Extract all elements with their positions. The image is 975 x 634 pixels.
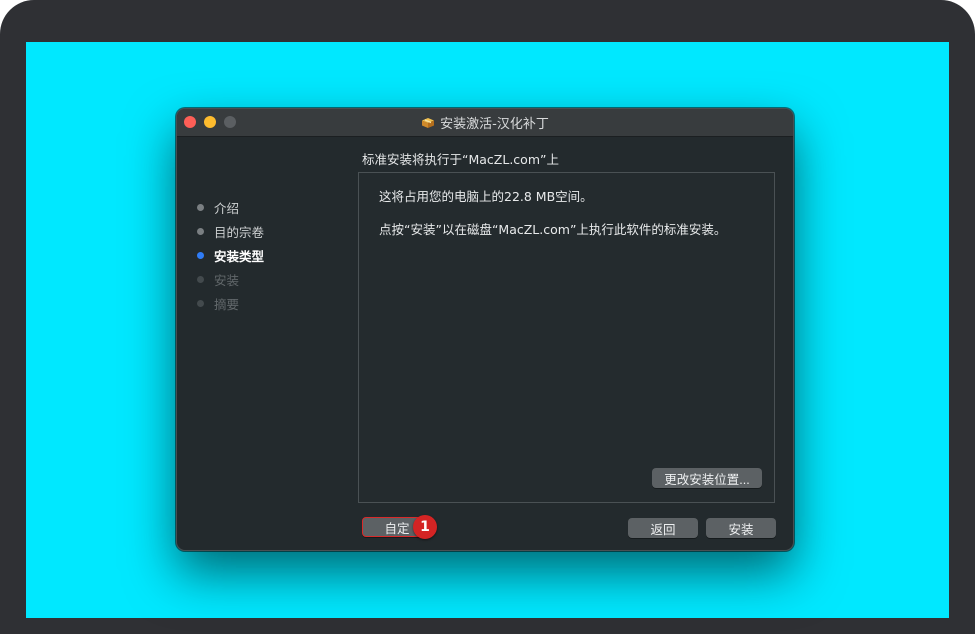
step-summary: 摘要 (197, 291, 264, 315)
step-dot-icon (197, 275, 204, 283)
installer-steps-list: 介绍 目的宗卷 安装类型 安装 摘要 (197, 195, 264, 315)
install-subtitle: 标准安装将执行于“MacZL.com”上 (362, 152, 559, 167)
step-dot-icon (197, 299, 204, 307)
disk-space-text: 这将占用您的电脑上的22.8 MB空间。 (379, 189, 593, 204)
step-destination: 目的宗卷 (197, 219, 264, 243)
step-label: 摘要 (214, 296, 240, 312)
step-label: 安装类型 (214, 248, 265, 264)
installer-window: 安装激活-汉化补丁 标准安装将执行于“MacZL.com”上 介绍 目的宗卷 安… (176, 108, 794, 551)
title-bar: 安装激活-汉化补丁 (177, 109, 793, 137)
step-installation-type: 安装类型 (197, 243, 264, 267)
standard-install-text: 点按“安装”以在磁盘“MacZL.com”上执行此软件的标准安装。 (379, 222, 727, 237)
installation-info-panel: 这将占用您的电脑上的22.8 MB空间。 点按“安装”以在磁盘“MacZL.co… (358, 172, 775, 503)
window-title-group: 安装激活-汉化补丁 (177, 109, 793, 136)
step-dot-icon (197, 227, 204, 235)
window-title: 安装激活-汉化补丁 (440, 117, 549, 132)
step-number-badge: 1 (413, 515, 437, 539)
step-label: 介绍 (214, 200, 240, 216)
back-button[interactable]: 返回 (628, 518, 698, 538)
step-install: 安装 (197, 267, 264, 291)
step-label: 目的宗卷 (214, 224, 265, 240)
install-button[interactable]: 安装 (706, 518, 776, 538)
step-dot-icon (197, 203, 204, 211)
step-label: 安装 (214, 272, 240, 288)
change-install-location-button[interactable]: 更改安装位置... (652, 468, 762, 488)
step-introduction: 介绍 (197, 195, 264, 219)
package-icon (421, 117, 435, 129)
step-active-dot-icon (197, 251, 204, 259)
